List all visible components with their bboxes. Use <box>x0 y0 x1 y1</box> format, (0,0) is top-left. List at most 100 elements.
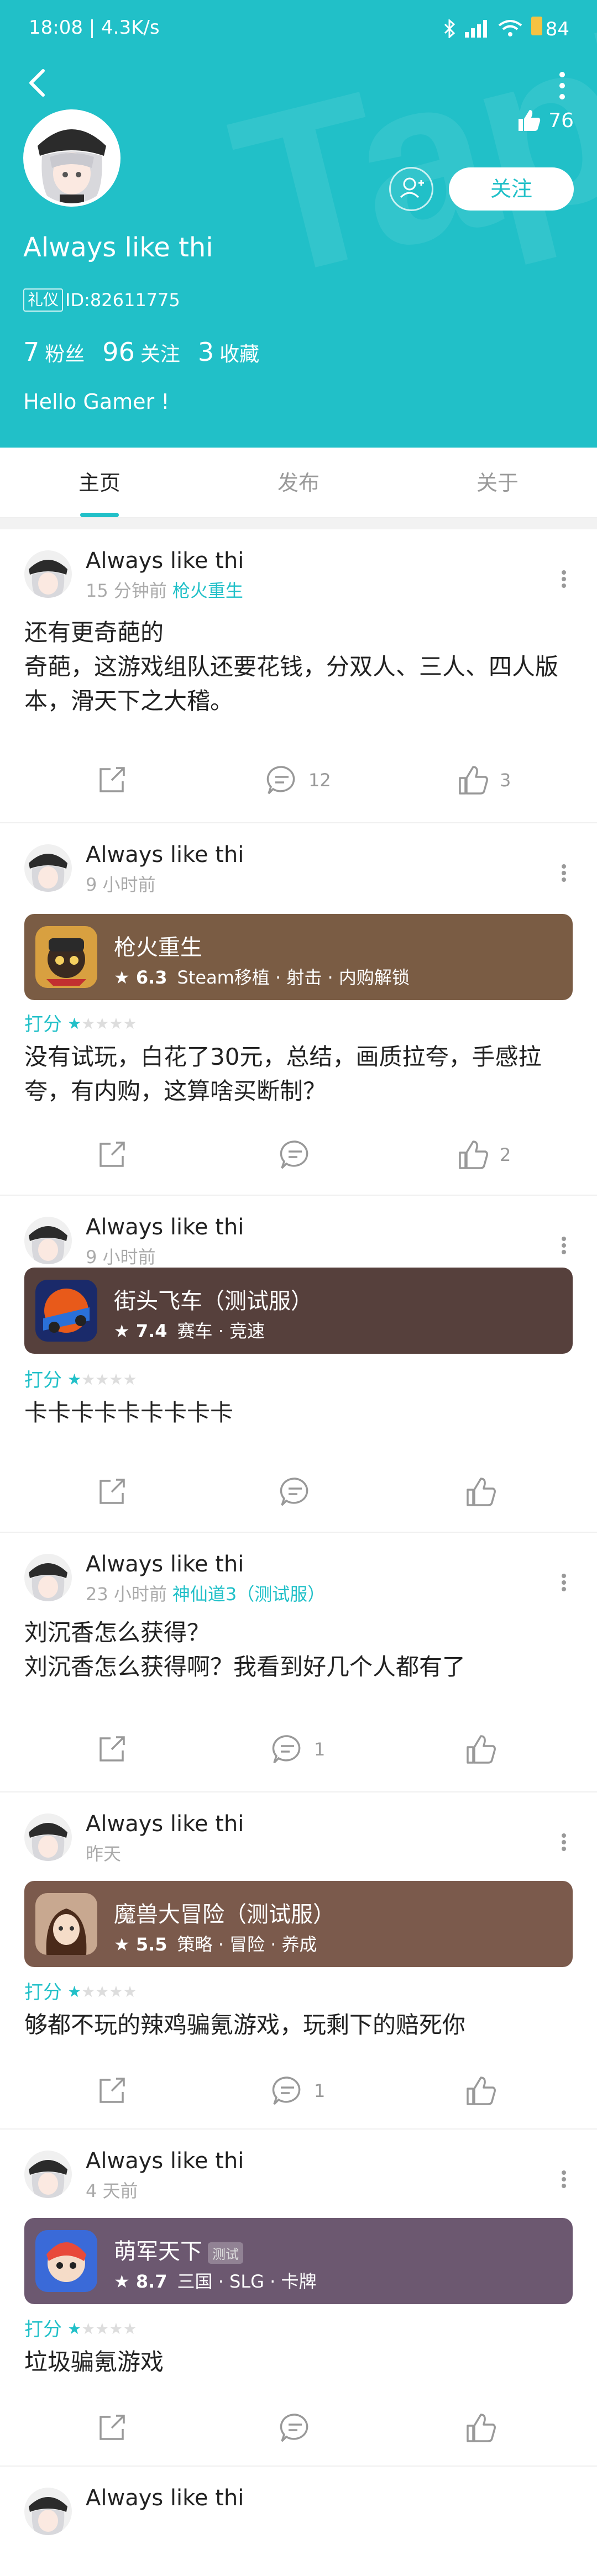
game-card[interactable]: 街头飞车（测试服） ★ 7.4 赛车 · 竞速 <box>24 1268 573 1354</box>
profile-id: ID:82611775 <box>65 290 180 311</box>
stat-favorites[interactable]: 3 收藏 <box>198 337 259 367</box>
more-vertical-icon[interactable] <box>554 69 570 102</box>
game-score: ★ 6.3 <box>114 967 167 988</box>
rating-star-icon: ★ <box>123 1014 137 1033</box>
post-body[interactable]: 卡卡卡卡卡卡卡卡卡 <box>24 1396 572 1430</box>
status-bar: 18:08 | 4.3K/s 84 <box>0 0 597 55</box>
post-meta: 4 天前 <box>86 2177 138 2202</box>
like-button[interactable] <box>464 1727 507 1771</box>
game-tags: 三国 · SLG · 卡牌 <box>177 2271 317 2292</box>
post-author[interactable]: Always like thi <box>86 2485 244 2511</box>
post-avatar[interactable] <box>24 844 72 892</box>
post-avatar[interactable] <box>24 2488 72 2535</box>
like-button[interactable] <box>464 2069 507 2113</box>
comment-icon <box>280 1478 308 1506</box>
post-meta: 23 小时前 神仙道3（测试服） <box>86 1580 325 1606</box>
feed-post[interactable]: Always like thi 9 小时前 街头飞车（测试服） ★ 7.4 赛车 … <box>0 1196 597 1533</box>
post-author[interactable]: Always like thi <box>86 1811 244 1837</box>
stat-followers[interactable]: 7 粉丝 <box>23 337 85 367</box>
share-button[interactable] <box>95 1133 128 1177</box>
feed-post[interactable]: Always like thi 昨天 魔兽大冒险（测试服） ★ 5.5 策略 · … <box>0 1792 597 2130</box>
game-icon <box>35 1893 97 1955</box>
profile-avatar[interactable] <box>23 109 121 207</box>
post-body[interactable]: 刘沉香怎么获得？ 刘沉香怎么获得啊？我看到好几个人都有了 <box>24 1616 572 1684</box>
thumbs-up-icon <box>467 1478 496 1506</box>
stat-following[interactable]: 96 关注 <box>102 337 180 367</box>
comment-button[interactable] <box>279 1133 322 1177</box>
post-body[interactable]: 够都不玩的辣鸡骗氪游戏，玩剩下的赔死你 <box>24 2008 572 2042</box>
more-vertical-icon[interactable] <box>558 1566 569 1599</box>
thumbs-up-icon <box>467 2414 496 2442</box>
comment-button[interactable]: 12 <box>265 758 331 802</box>
rating-star-icon: ★ <box>95 2319 109 2338</box>
like-button[interactable] <box>464 2406 507 2450</box>
like-count: 2 <box>500 1144 511 1165</box>
more-vertical-icon[interactable] <box>558 1229 569 1262</box>
post-author[interactable]: Always like thi <box>86 548 244 574</box>
profile-like-button[interactable]: 76 <box>516 108 574 133</box>
post-avatar[interactable] <box>24 1554 72 1601</box>
feed-post[interactable]: Always like thi 9 小时前 枪火重生 ★ 6.3 Steam移植 … <box>0 823 597 1196</box>
post-game-link[interactable]: 枪火重生 <box>172 580 243 601</box>
rating-star-icon: ★ <box>95 1014 109 1033</box>
post-time: 4 天前 <box>86 2180 138 2201</box>
more-vertical-icon[interactable] <box>558 1826 569 1859</box>
share-button[interactable] <box>95 2406 128 2450</box>
game-tags: 策略 · 冒险 · 养成 <box>177 1934 317 1955</box>
post-author[interactable]: Always like thi <box>86 1215 244 1240</box>
post-avatar[interactable] <box>24 1813 72 1861</box>
post-actions: 1 <box>0 2069 597 2113</box>
share-button[interactable] <box>95 2069 128 2113</box>
game-card[interactable]: 魔兽大冒险（测试服） ★ 5.5 策略 · 冒险 · 养成 <box>24 1881 573 1967</box>
like-button[interactable]: 2 <box>457 1133 511 1177</box>
comment-button[interactable] <box>279 1470 322 1514</box>
user-rating: 打分 ★★★★★ <box>24 1009 137 1036</box>
post-game-link[interactable]: 神仙道3（测试服） <box>172 1584 325 1605</box>
post-body[interactable]: 没有试玩，白花了30元，总结，画质拉夸，手感拉 夸，有内购，这算啥买断制？ <box>24 1040 572 1108</box>
battery-level: 84 <box>545 18 569 40</box>
feed-post[interactable]: Always like thi 15 分钟前 枪火重生 还有更奇葩的 奇葩，这游戏… <box>0 529 597 823</box>
share-button[interactable] <box>95 1470 128 1514</box>
post-author[interactable]: Always like thi <box>86 1552 244 1577</box>
game-title: 街头飞车（测试服） <box>114 1283 313 1315</box>
share-button[interactable] <box>95 1727 128 1771</box>
stat-number: 3 <box>197 337 214 367</box>
thumbs-up-icon <box>519 110 541 131</box>
post-author[interactable]: Always like thi <box>86 2148 244 2174</box>
feed-post[interactable]: Always like thi 23 小时前 神仙道3（测试服） 刘沉香怎么获得？… <box>0 1533 597 1792</box>
post-avatar[interactable] <box>24 2151 72 2198</box>
back-arrow-icon[interactable] <box>21 66 54 99</box>
post-avatar[interactable] <box>24 550 72 598</box>
add-friend-button[interactable] <box>389 167 433 211</box>
thumbs-up-icon <box>467 1735 496 1764</box>
more-vertical-icon[interactable] <box>558 562 569 596</box>
more-vertical-icon[interactable] <box>558 2163 569 2196</box>
like-button[interactable]: 3 <box>457 758 511 802</box>
follow-button[interactable]: 关注 <box>449 167 574 211</box>
comment-button[interactable]: 1 <box>271 2069 325 2113</box>
tab-about[interactable]: 关于 <box>442 448 553 518</box>
more-vertical-icon[interactable] <box>558 856 569 890</box>
game-card[interactable]: 枪火重生 ★ 6.3 Steam移植 · 射击 · 内购解锁 <box>24 914 573 1000</box>
game-icon <box>35 926 97 988</box>
post-author[interactable]: Always like thi <box>86 842 244 868</box>
post-body[interactable]: 垃圾骗氪游戏 <box>24 2345 572 2379</box>
wifi-icon <box>498 19 522 36</box>
rating-label: 打分 <box>24 1013 62 1035</box>
like-button[interactable] <box>464 1470 507 1514</box>
post-text-line: 没有试玩，白花了30元，总结，画质拉夸，手感拉 <box>24 1043 542 1070</box>
share-button[interactable] <box>95 758 128 802</box>
tab-home[interactable]: 主页 <box>44 448 155 518</box>
feed-post[interactable]: Always like thi 4 天前 萌军天下 测试 ★ 8.7 三国 · SL… <box>0 2130 597 2467</box>
comment-button[interactable] <box>279 2406 322 2450</box>
post-avatar[interactable] <box>24 1217 72 1264</box>
comment-button[interactable]: 1 <box>271 1727 325 1771</box>
game-info: ★ 7.4 赛车 · 竞速 <box>114 1317 265 1343</box>
status-time: 18:08 | 4.3K/s <box>29 17 160 39</box>
post-body[interactable]: 还有更奇葩的 奇葩，这游戏组队还要花钱，分双人、三人、四人版 本，滑天下之大稽。 <box>24 616 572 718</box>
game-card[interactable]: 萌军天下 测试 ★ 8.7 三国 · SLG · 卡牌 <box>24 2218 573 2304</box>
profile-id-row: 礼仪 ID:82611775 <box>23 288 180 312</box>
feed-post[interactable]: Always like thi <box>0 2467 597 2576</box>
post-time: 9 小时前 <box>86 874 156 895</box>
tab-posts[interactable]: 发布 <box>243 448 354 518</box>
